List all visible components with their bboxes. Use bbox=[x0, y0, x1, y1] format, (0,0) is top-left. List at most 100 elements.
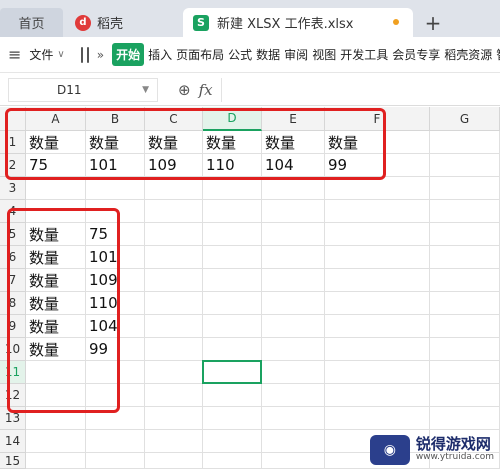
row-header-14[interactable]: 14 bbox=[0, 430, 26, 453]
cell-e8[interactable] bbox=[262, 292, 325, 315]
row-header-3[interactable]: 3 bbox=[0, 177, 26, 200]
cell-e10[interactable] bbox=[262, 338, 325, 361]
cell-b14[interactable] bbox=[86, 430, 145, 453]
cell-g9[interactable] bbox=[430, 315, 500, 338]
cell-d12[interactable] bbox=[203, 384, 262, 407]
cell-f11[interactable] bbox=[325, 361, 430, 384]
cell-d5[interactable] bbox=[203, 223, 262, 246]
cell-c13[interactable] bbox=[145, 407, 203, 430]
cell-d10[interactable] bbox=[203, 338, 262, 361]
cell-g4[interactable] bbox=[430, 200, 500, 223]
cell-g2[interactable] bbox=[430, 154, 500, 177]
name-box[interactable]: D11 ▼ bbox=[8, 77, 158, 102]
cell-g8[interactable] bbox=[430, 292, 500, 315]
cell-c4[interactable] bbox=[145, 200, 203, 223]
cell-d3[interactable] bbox=[203, 177, 262, 200]
ribbon-tab-insert[interactable]: 插入 bbox=[148, 46, 172, 63]
ribbon-tab-member[interactable]: 会员专享 bbox=[392, 46, 440, 63]
tab-daoke[interactable]: d 稻壳 bbox=[65, 8, 175, 37]
cell-e4[interactable] bbox=[262, 200, 325, 223]
cell-c10[interactable] bbox=[145, 338, 203, 361]
export-icon[interactable] bbox=[86, 46, 89, 63]
cell-c5[interactable] bbox=[145, 223, 203, 246]
chevron-down-icon[interactable]: ▼ bbox=[142, 85, 149, 95]
fx-icon[interactable]: fx bbox=[199, 81, 213, 99]
ribbon-tab-smart[interactable]: 智能 bbox=[496, 46, 500, 63]
cell-f6[interactable] bbox=[325, 246, 430, 269]
cell-d4[interactable] bbox=[203, 200, 262, 223]
tab-document[interactable]: S 新建 XLSX 工作表.xlsx bbox=[183, 8, 413, 37]
cell-e9[interactable] bbox=[262, 315, 325, 338]
ribbon-tab-resources[interactable]: 稻壳资源 bbox=[444, 46, 492, 63]
cell-e12[interactable] bbox=[262, 384, 325, 407]
cell-d7[interactable] bbox=[203, 269, 262, 292]
tab-daoke-label: 稻壳 bbox=[97, 17, 124, 32]
cell-g13[interactable] bbox=[430, 407, 500, 430]
cell-f9[interactable] bbox=[325, 315, 430, 338]
cell-a3[interactable] bbox=[26, 177, 86, 200]
cell-c7[interactable] bbox=[145, 269, 203, 292]
cell-d9[interactable] bbox=[203, 315, 262, 338]
ribbon-tab-formula[interactable]: 公式 bbox=[228, 46, 252, 63]
cell-c6[interactable] bbox=[145, 246, 203, 269]
cell-f5[interactable] bbox=[325, 223, 430, 246]
cell-b15[interactable] bbox=[86, 453, 145, 469]
file-menu[interactable]: 文件 bbox=[29, 46, 53, 63]
cell-e14[interactable] bbox=[262, 430, 325, 453]
cell-d15[interactable] bbox=[203, 453, 262, 469]
cell-g6[interactable] bbox=[430, 246, 500, 269]
cell-e13[interactable] bbox=[262, 407, 325, 430]
cell-e7[interactable] bbox=[262, 269, 325, 292]
unsaved-dot-icon bbox=[393, 19, 399, 25]
cell-f3[interactable] bbox=[325, 177, 430, 200]
cell-c11[interactable] bbox=[145, 361, 203, 384]
cell-d6[interactable] bbox=[203, 246, 262, 269]
save-icon[interactable] bbox=[80, 46, 83, 63]
cell-g5[interactable] bbox=[430, 223, 500, 246]
chevron-down-icon[interactable]: ∨ bbox=[57, 49, 64, 60]
row-header-15[interactable]: 15 bbox=[0, 453, 26, 469]
cell-c12[interactable] bbox=[145, 384, 203, 407]
more-icon[interactable]: » bbox=[97, 48, 104, 62]
cell-c3[interactable] bbox=[145, 177, 203, 200]
zoom-icon[interactable]: ⊕ bbox=[178, 81, 191, 99]
ribbon-tab-view[interactable]: 视图 bbox=[312, 46, 336, 63]
cell-e15[interactable] bbox=[262, 453, 325, 469]
cell-f13[interactable] bbox=[325, 407, 430, 430]
cell-g11[interactable] bbox=[430, 361, 500, 384]
cell-c14[interactable] bbox=[145, 430, 203, 453]
cell-d13[interactable] bbox=[203, 407, 262, 430]
ribbon-tab-data[interactable]: 数据 bbox=[256, 46, 280, 63]
ribbon-tab-review[interactable]: 审阅 bbox=[284, 46, 308, 63]
cell-f10[interactable] bbox=[325, 338, 430, 361]
cell-c15[interactable] bbox=[145, 453, 203, 469]
menu-icon[interactable]: ≡ bbox=[8, 45, 21, 64]
cell-f7[interactable] bbox=[325, 269, 430, 292]
cell-e3[interactable] bbox=[262, 177, 325, 200]
new-tab-button[interactable]: + bbox=[418, 8, 448, 37]
cell-g1[interactable] bbox=[430, 131, 500, 154]
cell-e11[interactable] bbox=[262, 361, 325, 384]
cell-f8[interactable] bbox=[325, 292, 430, 315]
cell-c8[interactable] bbox=[145, 292, 203, 315]
ribbon-tab-start[interactable]: 开始 bbox=[112, 43, 145, 66]
cell-e6[interactable] bbox=[262, 246, 325, 269]
ribbon-tab-page-layout[interactable]: 页面布局 bbox=[176, 46, 224, 63]
cell-f4[interactable] bbox=[325, 200, 430, 223]
cell-a14[interactable] bbox=[26, 430, 86, 453]
cell-g12[interactable] bbox=[430, 384, 500, 407]
cell-b3[interactable] bbox=[86, 177, 145, 200]
cell-f12[interactable] bbox=[325, 384, 430, 407]
cell-d14[interactable] bbox=[203, 430, 262, 453]
cell-g3[interactable] bbox=[430, 177, 500, 200]
cell-e5[interactable] bbox=[262, 223, 325, 246]
formula-input[interactable] bbox=[220, 77, 500, 102]
cell-a15[interactable] bbox=[26, 453, 86, 469]
column-header-g[interactable]: G bbox=[430, 107, 500, 131]
ribbon-tab-developer[interactable]: 开发工具 bbox=[340, 46, 388, 63]
tab-home[interactable]: 首页 bbox=[0, 8, 63, 37]
cell-g7[interactable] bbox=[430, 269, 500, 292]
cell-g10[interactable] bbox=[430, 338, 500, 361]
cell-d8[interactable] bbox=[203, 292, 262, 315]
cell-c9[interactable] bbox=[145, 315, 203, 338]
